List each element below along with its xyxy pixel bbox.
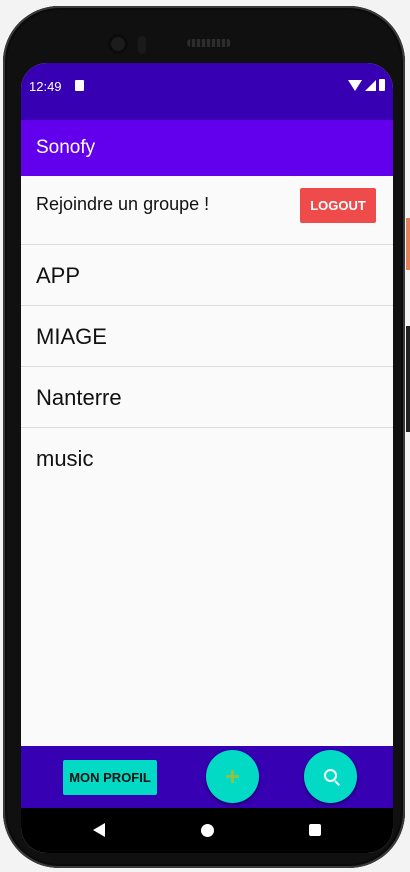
join-group-text: Rejoindre un groupe ! [36, 194, 210, 214]
group-label: music [36, 446, 94, 471]
group-list: APP MIAGE Nanterre music [21, 245, 393, 488]
status-icons [348, 79, 385, 91]
device-side-button [406, 326, 410, 432]
app-title: Sonofy [36, 137, 96, 158]
earpiece-speaker [187, 39, 231, 47]
wifi-icon [348, 79, 362, 91]
group-label: APP [36, 263, 81, 288]
group-item-miage[interactable]: MIAGE [21, 306, 393, 367]
status-bar: 12:49 [21, 63, 393, 120]
signal-icon [365, 79, 376, 91]
phone-frame: 12:49 Sonofy Rejoindre un groupe ! LOGOU… [3, 6, 405, 868]
camera-sensor [138, 36, 146, 54]
join-group-header: Rejoindre un groupe ! LOGOUT [21, 176, 393, 245]
group-item-nanterre[interactable]: Nanterre [21, 367, 393, 428]
my-profile-button[interactable]: MON PROFIL [63, 760, 157, 795]
group-label: MIAGE [36, 324, 107, 349]
status-time: 12:49 [29, 79, 62, 94]
device-side-tab [406, 218, 410, 270]
plus-icon [226, 770, 239, 783]
logout-button[interactable]: LOGOUT [300, 188, 376, 223]
sd-card-icon [75, 80, 84, 91]
recents-icon[interactable] [309, 824, 321, 836]
search-icon [324, 769, 337, 782]
group-item-app[interactable]: APP [21, 245, 393, 306]
battery-icon [379, 79, 385, 91]
search-button[interactable] [304, 750, 357, 803]
group-label: Nanterre [36, 385, 122, 410]
add-group-button[interactable] [206, 750, 259, 803]
home-icon[interactable] [201, 824, 214, 837]
bottom-action-bar: MON PROFIL [21, 746, 393, 808]
screen: 12:49 Sonofy Rejoindre un groupe ! LOGOU… [21, 63, 393, 853]
back-icon[interactable] [93, 823, 105, 837]
app-bar: Sonofy [21, 120, 393, 176]
front-camera [108, 34, 128, 54]
system-nav-bar [21, 808, 393, 853]
group-item-music[interactable]: music [21, 428, 393, 488]
